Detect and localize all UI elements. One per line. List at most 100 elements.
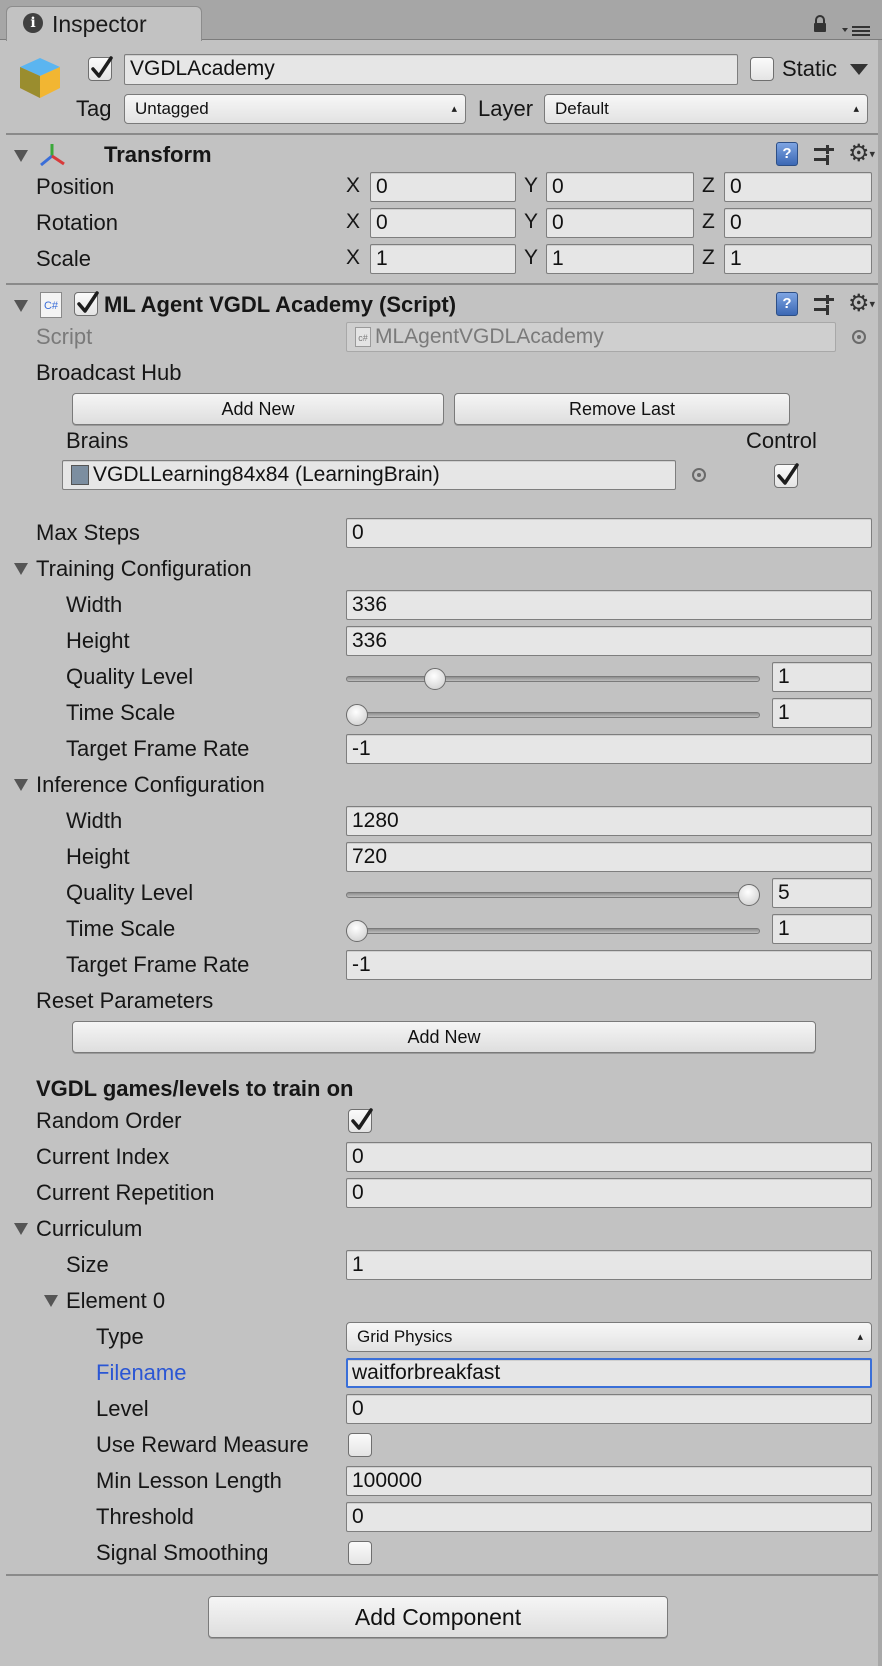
inference-config-header: Inference Configuration bbox=[36, 772, 265, 797]
control-checkbox[interactable] bbox=[774, 463, 799, 488]
tab-title: Inspector bbox=[52, 11, 147, 37]
layer-value: Default bbox=[555, 99, 609, 118]
training-width-field[interactable]: 336 bbox=[346, 590, 872, 620]
training-foldout-icon[interactable] bbox=[14, 563, 28, 575]
training-quality-slider[interactable] bbox=[346, 666, 760, 692]
slider-track bbox=[346, 712, 760, 718]
use-reward-measure-label: Use Reward Measure bbox=[96, 1432, 309, 1457]
position-z-field[interactable]: 0 bbox=[724, 172, 872, 202]
tab-inspector[interactable]: i Inspector bbox=[6, 6, 202, 41]
tag-dropdown[interactable]: Untagged ▴ bbox=[124, 94, 466, 124]
slider-thumb[interactable] bbox=[346, 920, 368, 942]
chevron-updown-icon: ▴ bbox=[857, 1331, 863, 1343]
inference-height-field[interactable]: 720 bbox=[346, 842, 872, 872]
csharp-script-icon: c# bbox=[355, 327, 371, 348]
signal-smoothing-label: Signal Smoothing bbox=[96, 1540, 269, 1565]
gameobject-name-field[interactable]: VGDLAcademy bbox=[124, 54, 738, 85]
type-dropdown[interactable]: Grid Physics ▴ bbox=[346, 1322, 872, 1352]
signal-smoothing-checkbox[interactable] bbox=[348, 1541, 372, 1565]
axis-x-label: X bbox=[346, 174, 361, 197]
inference-framerate-field[interactable]: -1 bbox=[346, 950, 872, 980]
preset-icon[interactable] bbox=[812, 293, 836, 323]
scale-z-field[interactable]: 1 bbox=[724, 244, 872, 274]
scrollbar[interactable] bbox=[878, 40, 882, 1666]
inference-foldout-icon[interactable] bbox=[14, 779, 28, 791]
broadcast-add-new-button[interactable]: Add New bbox=[72, 393, 444, 425]
level-field[interactable]: 0 bbox=[346, 1394, 872, 1424]
add-component-button[interactable]: Add Component bbox=[208, 1596, 668, 1638]
curriculum-size-field[interactable]: 1 bbox=[346, 1250, 872, 1280]
script-label: Script bbox=[36, 324, 93, 349]
divider bbox=[6, 283, 882, 285]
filename-field[interactable]: waitforbreakfast bbox=[346, 1358, 872, 1388]
transform-foldout-icon[interactable] bbox=[14, 150, 28, 162]
position-x-field[interactable]: 0 bbox=[370, 172, 516, 202]
broadcast-remove-last-button[interactable]: Remove Last bbox=[454, 393, 790, 425]
static-dropdown-arrow-icon[interactable] bbox=[850, 64, 868, 75]
current-repetition-field[interactable]: 0 bbox=[346, 1178, 872, 1208]
slider-thumb[interactable] bbox=[738, 884, 760, 906]
position-y-field[interactable]: 0 bbox=[546, 172, 694, 202]
inference-height-label: Height bbox=[66, 844, 130, 869]
scale-x-field[interactable]: 1 bbox=[370, 244, 516, 274]
training-height-label: Height bbox=[66, 628, 130, 653]
script-foldout-icon[interactable] bbox=[14, 300, 28, 312]
gameobject-active-checkbox[interactable] bbox=[88, 56, 113, 81]
help-icon[interactable]: ? bbox=[776, 292, 798, 316]
rotation-label: Rotation bbox=[36, 210, 118, 235]
inference-quality-field[interactable]: 5 bbox=[772, 878, 872, 908]
script-component-title: ML Agent VGDL Academy (Script) bbox=[104, 292, 457, 317]
max-steps-field[interactable]: 0 bbox=[346, 518, 872, 548]
divider bbox=[6, 1574, 882, 1576]
training-quality-label: Quality Level bbox=[66, 664, 194, 689]
inference-width-field[interactable]: 1280 bbox=[346, 806, 872, 836]
training-framerate-field[interactable]: -1 bbox=[346, 734, 872, 764]
scale-y-field[interactable]: 1 bbox=[546, 244, 694, 274]
curriculum-foldout-icon[interactable] bbox=[14, 1223, 28, 1235]
layer-dropdown[interactable]: Default ▴ bbox=[544, 94, 868, 124]
slider-thumb[interactable] bbox=[346, 704, 368, 726]
rotation-z-field[interactable]: 0 bbox=[724, 208, 872, 238]
static-checkbox[interactable] bbox=[750, 57, 774, 81]
object-picker-icon[interactable] bbox=[692, 468, 706, 482]
brains-label: Brains bbox=[66, 428, 129, 453]
slider-thumb[interactable] bbox=[424, 668, 447, 690]
checkmark-icon bbox=[777, 463, 799, 485]
current-repetition-label: Current Repetition bbox=[36, 1180, 215, 1205]
lock-icon[interactable] bbox=[812, 14, 828, 40]
axis-y-label: Y bbox=[524, 210, 539, 233]
menu-icon[interactable] bbox=[842, 20, 872, 44]
script-enabled-checkbox[interactable] bbox=[74, 291, 99, 316]
axis-x-label: X bbox=[346, 210, 361, 233]
type-value: Grid Physics bbox=[357, 1327, 453, 1346]
inference-timescale-field[interactable]: 1 bbox=[772, 914, 872, 944]
reset-parameters-add-new-button[interactable]: Add New bbox=[72, 1021, 816, 1053]
transform-title: Transform bbox=[104, 142, 212, 167]
slider-track bbox=[346, 892, 760, 898]
element-foldout-icon[interactable] bbox=[44, 1295, 58, 1307]
object-picker-icon[interactable] bbox=[852, 330, 866, 344]
gear-icon[interactable]: ⚙▾ bbox=[848, 140, 875, 169]
inference-timescale-slider[interactable] bbox=[346, 918, 760, 944]
inference-quality-slider[interactable] bbox=[346, 882, 760, 908]
training-quality-field[interactable]: 1 bbox=[772, 662, 872, 692]
random-order-checkbox[interactable] bbox=[348, 1108, 373, 1133]
training-height-field[interactable]: 336 bbox=[346, 626, 872, 656]
rotation-x-field[interactable]: 0 bbox=[370, 208, 516, 238]
brain-object-field[interactable]: VGDLLearning84x84 (LearningBrain) bbox=[62, 460, 676, 490]
inference-timescale-label: Time Scale bbox=[66, 916, 176, 941]
axis-y-label: Y bbox=[524, 174, 539, 197]
use-reward-measure-checkbox[interactable] bbox=[348, 1433, 372, 1457]
preset-icon[interactable] bbox=[812, 143, 836, 173]
min-lesson-length-field[interactable]: 100000 bbox=[346, 1466, 872, 1496]
gear-icon[interactable]: ⚙▾ bbox=[848, 290, 875, 319]
filename-label: Filename bbox=[96, 1360, 187, 1385]
current-index-label: Current Index bbox=[36, 1144, 170, 1169]
threshold-field[interactable]: 0 bbox=[346, 1502, 872, 1532]
script-value: MLAgentVGDLAcademy bbox=[375, 325, 604, 348]
training-timescale-field[interactable]: 1 bbox=[772, 698, 872, 728]
help-icon[interactable]: ? bbox=[776, 142, 798, 166]
rotation-y-field[interactable]: 0 bbox=[546, 208, 694, 238]
training-timescale-slider[interactable] bbox=[346, 702, 760, 728]
current-index-field[interactable]: 0 bbox=[346, 1142, 872, 1172]
